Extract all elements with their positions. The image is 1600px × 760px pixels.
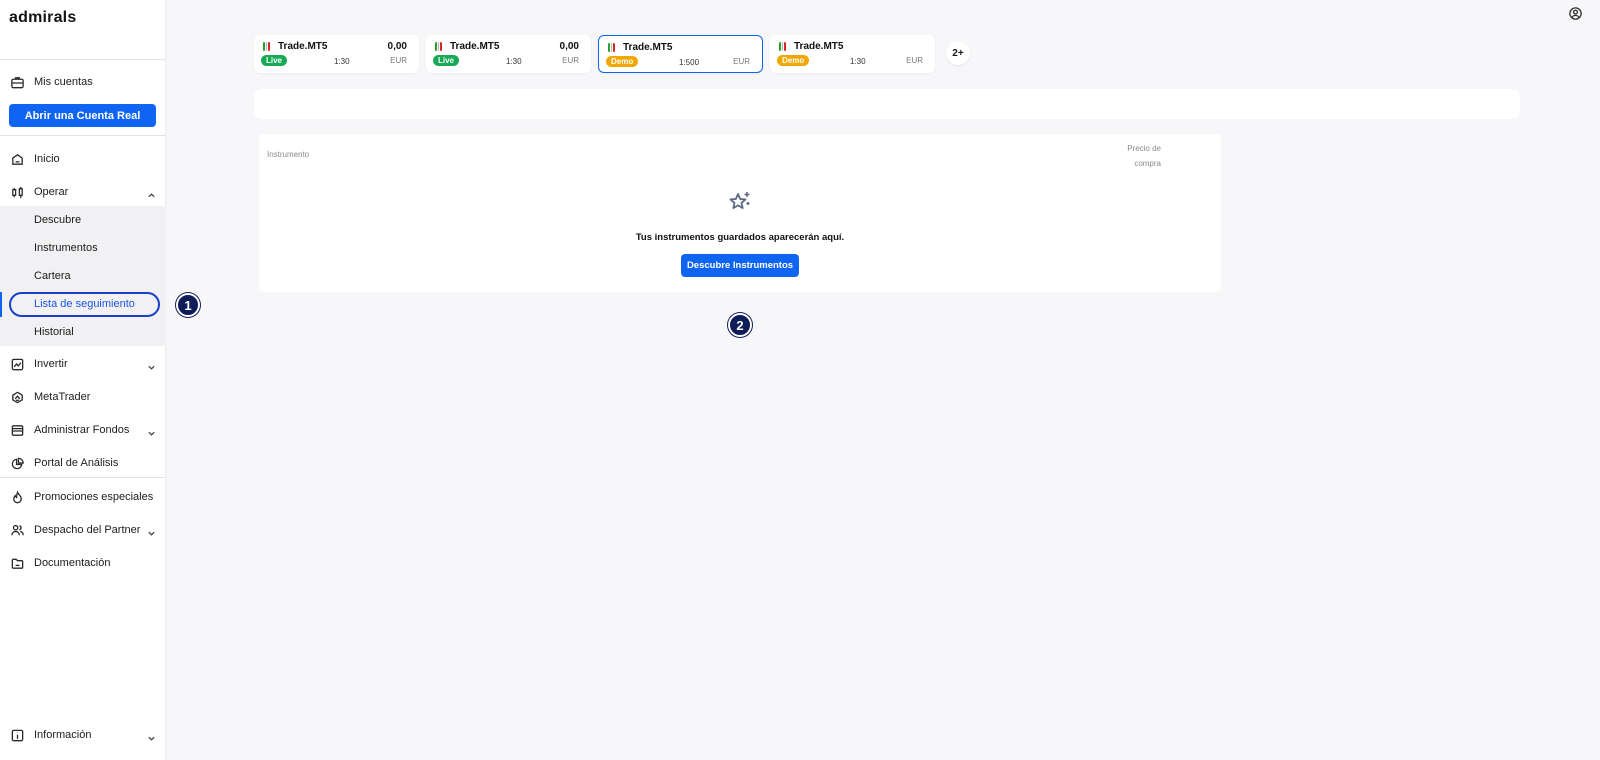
sidebar-item-mis-cuentas[interactable]: Mis cuentas — [0, 68, 166, 96]
submenu-item-cartera[interactable]: Cartera — [34, 270, 71, 282]
flag-icon — [263, 42, 271, 51]
divider — [0, 59, 166, 60]
account-leverage: 1:500 — [679, 58, 700, 67]
discover-instruments-button[interactable]: Descubre Instrumentos — [681, 254, 799, 277]
sidebar-item-portal-analisis[interactable]: Portal de Análisis — [0, 449, 166, 477]
sidebar-item-metatrader[interactable]: MetaTrader — [0, 383, 166, 411]
sidebar-item-despacho-partner[interactable]: Despacho del Partner — [0, 516, 166, 544]
admirals-logo[interactable]: admirals — [9, 9, 76, 27]
account-type-badge: Demo — [606, 56, 639, 67]
info-icon — [0, 728, 34, 743]
account-name: Trade.MT5 — [278, 41, 328, 52]
account-currency: EUR — [733, 57, 750, 66]
account-currency: EUR — [390, 56, 407, 65]
home-icon — [0, 152, 34, 167]
sidebar-item-label: Despacho del Partner — [34, 524, 141, 536]
column-header-price: Precio de compra — [1111, 141, 1161, 171]
sidebar-item-documentacion[interactable]: Documentación — [0, 549, 166, 577]
flame-icon — [0, 489, 34, 505]
sidebar-item-label: Documentación — [34, 557, 111, 569]
account-currency: EUR — [562, 56, 579, 65]
account-currency: EUR — [906, 56, 923, 65]
metatrader-icon — [0, 390, 34, 405]
account-type-badge: Demo — [777, 55, 810, 66]
highlight-ring — [9, 292, 160, 317]
account-card[interactable]: Trade.MT5 Demo 1:30 EUR — [770, 35, 935, 73]
sidebar-item-operar[interactable]: Operar — [0, 178, 166, 206]
chevron-down-icon — [147, 359, 156, 370]
pie-chart-icon — [0, 456, 34, 471]
search-bar[interactable] — [254, 89, 1520, 119]
chevron-down-icon — [147, 525, 156, 536]
account-name: Trade.MT5 — [623, 42, 673, 53]
account-leverage: 1:30 — [850, 57, 866, 66]
star-sparkle-icon — [727, 190, 753, 214]
divider — [0, 477, 166, 478]
sidebar: admirals Mis cuentas Abrir una Cuenta Re… — [0, 0, 166, 760]
operar-submenu: Descubre Instrumentos Cartera Lista de s… — [0, 206, 166, 346]
open-real-account-button[interactable]: Abrir una Cuenta Real — [9, 104, 156, 127]
submenu-item-historial[interactable]: Historial — [34, 326, 74, 338]
sidebar-item-label: Inicio — [34, 153, 60, 165]
sidebar-item-label: Operar — [34, 186, 69, 198]
sidebar-item-promociones[interactable]: Promociones especiales — [0, 483, 166, 511]
column-header-instrument: Instrumento — [267, 150, 310, 159]
account-card[interactable]: Trade.MT5 0,00 Live 1:30 EUR — [254, 35, 419, 73]
sidebar-item-label: Información — [34, 729, 92, 741]
flag-icon — [435, 42, 443, 51]
step-marker-2: 2 — [728, 313, 752, 337]
flag-icon — [608, 43, 616, 52]
folder-icon — [0, 556, 34, 571]
divider — [0, 135, 166, 136]
candlestick-icon — [0, 185, 34, 200]
watchlist-panel: Instrumento Precio de compra Tus instrum… — [259, 134, 1221, 292]
sidebar-item-invertir[interactable]: Invertir — [0, 350, 166, 378]
account-type-badge: Live — [261, 55, 288, 66]
sidebar-item-label: MetaTrader — [34, 391, 91, 403]
chevron-up-icon — [147, 187, 156, 198]
sidebar-item-label: Promociones especiales — [34, 491, 154, 503]
user-circle-icon[interactable] — [1568, 6, 1583, 21]
account-type-badge: Live — [433, 55, 460, 66]
sidebar-item-inicio[interactable]: Inicio — [0, 145, 166, 173]
sidebar-item-administrar-fondos[interactable]: Administrar Fondos — [0, 416, 166, 444]
empty-state-message: Tus instrumentos guardados aparecerán aq… — [635, 232, 845, 243]
sidebar-item-label: Portal de Análisis — [34, 457, 119, 469]
users-icon — [0, 523, 34, 538]
step-marker-1: 1 — [176, 293, 200, 317]
price-header-line1: Precio de — [1127, 144, 1161, 153]
chart-trend-icon — [0, 357, 34, 372]
sidebar-item-label: Invertir — [34, 358, 68, 370]
account-name: Trade.MT5 — [794, 41, 844, 52]
account-leverage: 1:30 — [506, 57, 522, 66]
sidebar-item-label: Mis cuentas — [34, 76, 93, 88]
flag-icon — [779, 42, 787, 51]
price-header-line2: compra — [1134, 159, 1161, 168]
active-indicator — [0, 292, 2, 317]
more-accounts-button[interactable]: 2+ — [946, 41, 970, 65]
submenu-item-instrumentos[interactable]: Instrumentos — [34, 242, 98, 254]
account-balance: 0,00 — [387, 41, 407, 52]
sidebar-item-informacion[interactable]: Información — [0, 721, 166, 749]
submenu-item-descubre[interactable]: Descubre — [34, 214, 81, 226]
account-balance: 0,00 — [559, 41, 579, 52]
wallet-icon — [0, 423, 34, 438]
sidebar-item-label: Administrar Fondos — [34, 424, 130, 436]
chevron-down-icon — [147, 425, 156, 436]
account-card-selected[interactable]: Trade.MT5 Demo 1:500 EUR — [598, 35, 763, 73]
briefcase-icon — [0, 75, 34, 90]
account-name: Trade.MT5 — [450, 41, 500, 52]
account-leverage: 1:30 — [334, 57, 350, 66]
chevron-down-icon — [147, 730, 156, 741]
account-card[interactable]: Trade.MT5 0,00 Live 1:30 EUR — [426, 35, 591, 73]
